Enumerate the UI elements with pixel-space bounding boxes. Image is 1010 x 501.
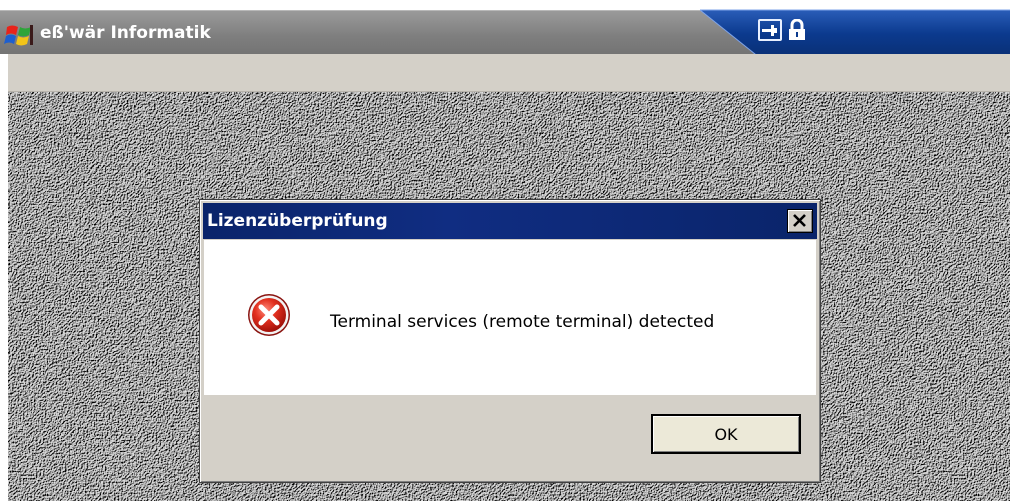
- license-check-dialog: Lizenzüberprüfung Terminal services (rem…: [199, 199, 821, 483]
- error-icon: [248, 294, 290, 336]
- ok-button[interactable]: OK: [652, 415, 800, 453]
- dialog-message: Terminal services (remote terminal) dete…: [330, 312, 715, 332]
- app-title: eß'wär Informatik: [40, 23, 211, 43]
- dialog-title: Lizenzüberprüfung: [207, 211, 388, 231]
- remote-desktop-screen: eß'wär Informatik Lizenzüberprüfung Term…: [0, 0, 1010, 501]
- dialog-title-bar[interactable]: Lizenzüberprüfung: [203, 203, 817, 239]
- lock-button[interactable]: [786, 18, 810, 41]
- lock-icon: [789, 18, 805, 40]
- menu-bar: [8, 54, 1010, 92]
- close-button[interactable]: [787, 209, 813, 233]
- close-icon: [793, 214, 806, 227]
- pin-icon: [762, 25, 777, 36]
- windows-flag-icon: [4, 25, 33, 46]
- pin-button[interactable]: [758, 19, 782, 41]
- dialog-body: Terminal services (remote terminal) dete…: [204, 240, 816, 395]
- dialog-button-area: OK: [204, 395, 816, 479]
